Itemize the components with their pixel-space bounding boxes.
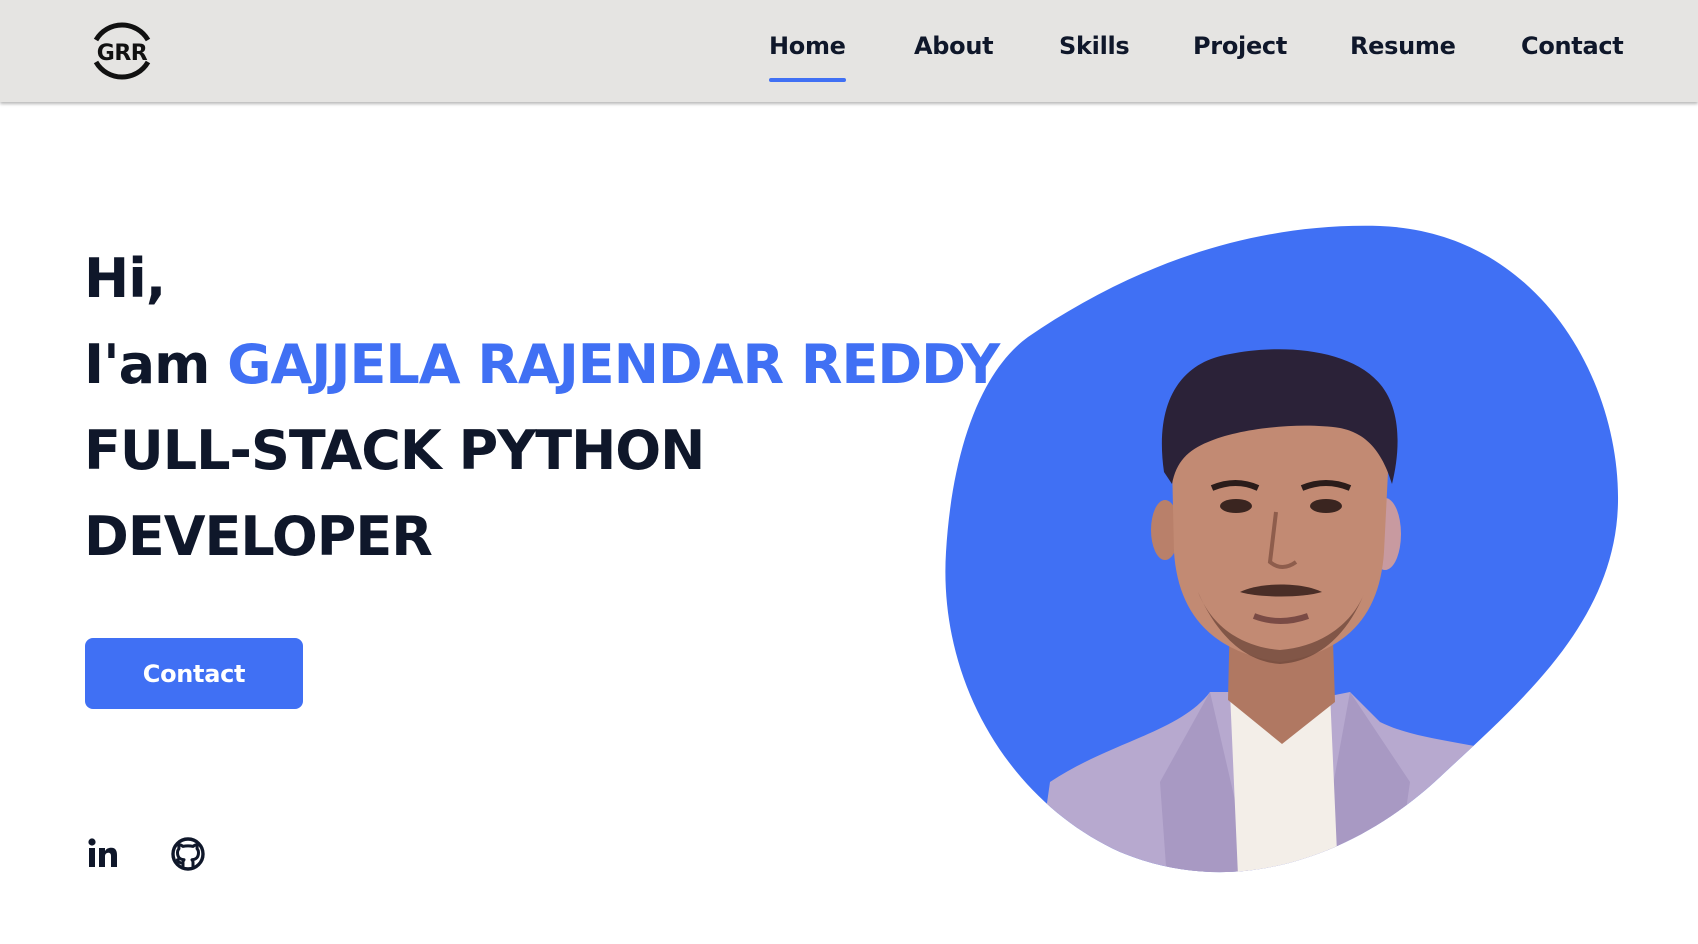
nav-contact-label: Contact [1521, 32, 1624, 60]
site-header: GRR Home About Skills Project Resume Con… [0, 0, 1698, 102]
nav-about[interactable]: About [914, 32, 994, 66]
nav-project-label: Project [1193, 32, 1288, 60]
hero-title-line-1: FULL-STACK PYTHON [84, 419, 705, 482]
nav-home-label: Home [769, 32, 846, 60]
portrait-blob [940, 222, 1630, 890]
main-nav: Home About Skills Project Resume Contact [0, 0, 1698, 102]
hero-greeting: Hi, [84, 247, 166, 310]
nav-skills[interactable]: Skills [1059, 32, 1130, 66]
nav-resume-label: Resume [1350, 32, 1456, 60]
hero-title-line-2: DEVELOPER [84, 505, 433, 568]
nav-resume[interactable]: Resume [1350, 32, 1456, 66]
hero-intro-line: I'am GAJJELA RAJENDAR REDDY [84, 338, 1000, 392]
nav-about-label: About [914, 32, 994, 60]
github-icon[interactable] [170, 836, 206, 872]
nav-contact[interactable]: Contact [1521, 32, 1624, 66]
nav-active-underline [769, 78, 846, 82]
nav-skills-label: Skills [1059, 32, 1130, 60]
hero-intro-prefix: I'am [84, 333, 210, 396]
contact-button[interactable]: Contact [85, 638, 303, 709]
nav-home[interactable]: Home [769, 32, 846, 82]
portfolio-page: GRR Home About Skills Project Resume Con… [0, 0, 1698, 944]
linkedin-icon[interactable] [84, 836, 120, 872]
hero-name: GAJJELA RAJENDAR REDDY [227, 333, 1000, 396]
nav-project[interactable]: Project [1193, 32, 1287, 66]
